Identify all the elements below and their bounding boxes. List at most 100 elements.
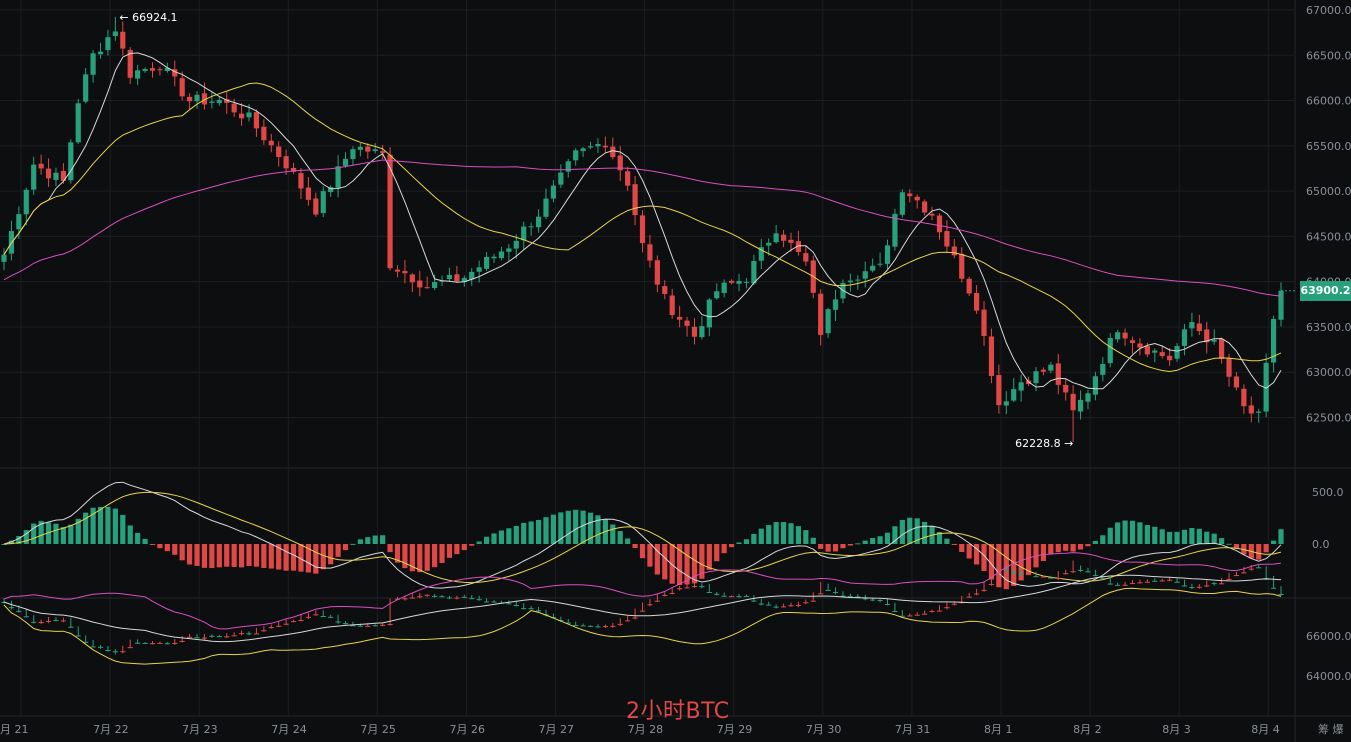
candle-body: [736, 280, 742, 284]
mini-candle-body: [684, 587, 690, 589]
macd-bar: [328, 544, 334, 565]
candle-body: [97, 51, 104, 55]
mini-candle-body: [907, 615, 913, 617]
candle-body: [149, 68, 156, 71]
mini-candle-body: [573, 625, 579, 627]
candle-body: [1189, 322, 1195, 329]
candle-body: [513, 240, 519, 249]
mini-candle-body: [179, 640, 185, 642]
candle-body: [424, 287, 430, 289]
candle-body: [209, 101, 215, 103]
candle-body: [246, 112, 252, 118]
macd-bar: [97, 506, 104, 544]
candle-body: [914, 196, 920, 201]
candle-body: [491, 256, 497, 259]
mini-candle-body: [728, 596, 735, 598]
mini-candle-body: [922, 613, 928, 615]
mini-candle-body: [944, 607, 950, 609]
mini-candle-body: [1003, 569, 1009, 571]
mini-candle-body: [446, 597, 453, 599]
candle-body: [884, 245, 891, 264]
macd-bar: [483, 536, 490, 544]
mini-candle-body: [1196, 586, 1202, 588]
mini-candle-body: [1129, 583, 1136, 585]
candle-body: [714, 291, 720, 299]
watermark-label: 2小时BTC: [626, 699, 730, 724]
axes: 67000.0 66500.0 66000.0 65500.0 65000.0 64500…: [0, 4, 1351, 736]
mini-candle-body: [1137, 582, 1143, 584]
candle-body: [1122, 332, 1128, 339]
macd-bar: [535, 519, 542, 544]
boll-tick-label: 66000.0: [1306, 630, 1351, 643]
macd-bar: [380, 535, 386, 544]
macd-bar: [179, 544, 185, 561]
mini-candle-body: [172, 642, 178, 644]
macd-bar: [855, 543, 861, 545]
mini-candle-body: [1167, 579, 1173, 581]
candle-body: [966, 278, 972, 294]
mini-candle-body: [1152, 580, 1158, 582]
mini-candle-body: [112, 651, 118, 653]
candle-body: [53, 172, 59, 180]
mini-candle-body: [1270, 587, 1277, 589]
macd-bar: [290, 544, 297, 571]
macd-bar: [818, 544, 824, 549]
candle-body: [1107, 337, 1113, 364]
candle-body: [832, 299, 839, 310]
candle-body: [1003, 401, 1009, 406]
mini-candle-body: [914, 614, 920, 616]
mini-candle-body: [974, 593, 980, 595]
macd-bar: [840, 544, 846, 549]
candle-body: [1048, 364, 1054, 371]
chart-canvas[interactable]: ← 66924.1 62228.8 → 67000.0 66500.0 66000.0…: [0, 0, 1351, 742]
mini-candle-body: [751, 600, 757, 602]
mini-candle-body: [469, 598, 475, 600]
macd-bar: [862, 540, 868, 544]
macd-bar: [513, 526, 519, 544]
candle-body: [253, 112, 260, 129]
macd-bar: [417, 544, 423, 573]
macd-bar: [120, 514, 126, 544]
date-tick-label: 8月 1: [984, 723, 1013, 736]
candle-body: [521, 226, 527, 241]
macd-bar: [617, 531, 623, 544]
mini-candle-body: [23, 616, 29, 618]
candle-body: [432, 282, 438, 288]
candle-body: [1100, 363, 1106, 375]
macd-bar: [1129, 520, 1136, 544]
mini-candle-body: [1226, 579, 1232, 581]
mini-candle-body: [1077, 569, 1084, 571]
macd-bar: [728, 544, 735, 548]
mini-candle-body: [201, 637, 208, 639]
candle-body: [194, 94, 200, 102]
candle-body: [1278, 290, 1284, 320]
macd-bar: [662, 544, 668, 580]
date-tick-label: 7月 23: [182, 723, 218, 736]
candle-body: [773, 233, 779, 243]
mini-candle-body: [617, 623, 623, 625]
macd-bar: [432, 544, 438, 568]
mini-candle-body: [1070, 571, 1076, 573]
macd-bar: [1092, 540, 1098, 544]
mini-candle-body: [1122, 584, 1128, 586]
macd-bar: [1256, 544, 1262, 560]
macd-bar: [187, 544, 193, 565]
candle-body: [350, 149, 356, 160]
mini-candle-body: [513, 605, 519, 607]
mini-candle-body: [491, 601, 497, 603]
macd-bar: [1107, 527, 1113, 544]
mini-candle-body: [966, 596, 972, 598]
price-tick-label: 64500.0: [1306, 230, 1351, 243]
candle-body: [454, 274, 460, 282]
candle-body: [847, 280, 853, 283]
macd-bar: [1204, 531, 1210, 544]
candle-body: [721, 282, 727, 294]
mini-candle-body: [1100, 577, 1106, 579]
macd-bar: [877, 536, 883, 544]
candle-body: [632, 184, 638, 216]
mini-candle-body: [870, 599, 876, 601]
candle-body: [45, 168, 52, 179]
price-panel[interactable]: ← 66924.1 62228.8 →: [1, 11, 1284, 450]
candle-body: [1233, 376, 1240, 388]
mini-candle-body: [1181, 585, 1188, 587]
